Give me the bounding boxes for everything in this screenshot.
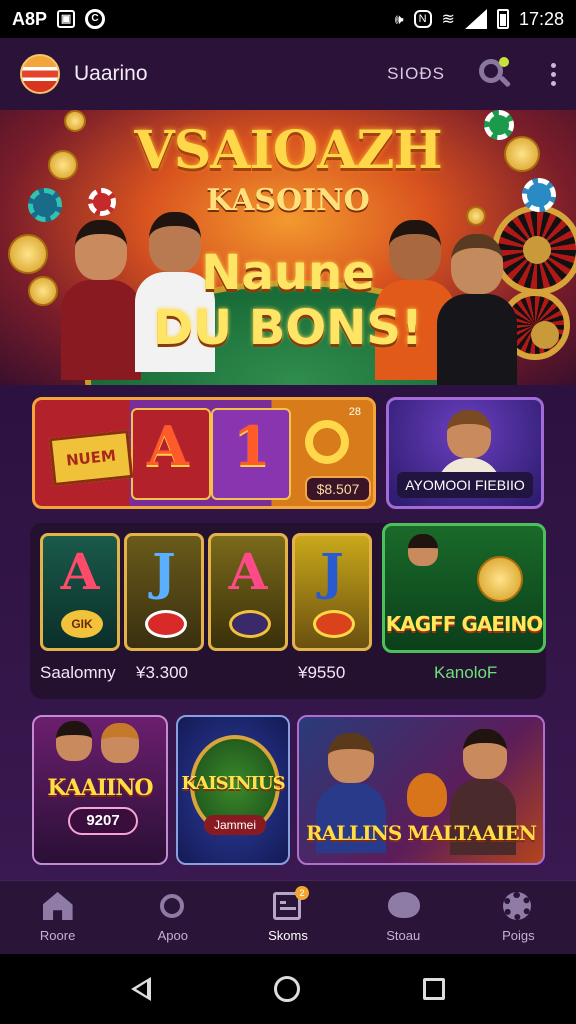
chat-icon	[388, 892, 421, 918]
slot-price: $8.507	[305, 476, 371, 502]
game-grid: NUEM A 1 28 $8.507 AYOMOOI FIEBIIO A GIK…	[0, 385, 576, 880]
casino-game-label: KAGFF GAEINO	[385, 612, 543, 636]
search-icon	[159, 894, 184, 918]
nav-item-search[interactable]: Apoo	[115, 881, 230, 954]
nav-label: Roore	[39, 928, 76, 943]
vibrate-icon: 🕪	[394, 10, 404, 27]
rallins-label: RALLINS MALTAAIEN	[305, 821, 537, 845]
gallery-notification-icon: ▣	[57, 10, 76, 28]
reel-symbol: A	[228, 542, 268, 601]
system-navigation-bar	[0, 954, 576, 1024]
nav-badge: 2	[295, 886, 309, 900]
more-options-button[interactable]	[551, 62, 556, 86]
notification-dot	[499, 57, 509, 67]
fox-mascot-icon	[407, 773, 447, 817]
chip-icon	[229, 610, 271, 638]
signal-icon	[464, 9, 487, 29]
home-icon	[42, 892, 73, 920]
sync-notification-icon: C	[85, 9, 106, 29]
back-icon[interactable]	[131, 977, 152, 1001]
kasinius-game-card[interactable]: KAISINIUS Jammei	[176, 715, 290, 865]
nav-label: Stoau	[386, 928, 421, 943]
reel-symbol: 1	[233, 414, 271, 478]
slots-link[interactable]: SIOÐS	[387, 64, 445, 84]
chip-icon	[313, 610, 355, 638]
home-circle-icon[interactable]	[273, 976, 300, 1002]
app-title: Uaarino	[74, 62, 148, 85]
status-bar: A8P ▣ C 🕪 N ≋ 17:28	[0, 0, 576, 38]
character-portrait	[54, 721, 94, 761]
kaalino-game-card[interactable]: KAAIINO 9207	[32, 715, 168, 865]
chip-label: GIK	[61, 610, 103, 638]
character-portrait	[98, 723, 142, 763]
gear-icon	[503, 892, 532, 920]
reel-symbol: J	[152, 542, 176, 601]
nfc-icon: N	[413, 10, 432, 28]
bottom-navigation: Roore Apoo 2 Skoms Stoau Poigs	[0, 880, 576, 954]
game-tag: KanoloF	[434, 663, 498, 682]
nav-item-settings[interactable]: Poigs	[461, 881, 576, 954]
casino-game-card[interactable]: KAGFF GAEINO	[382, 523, 546, 653]
nav-item-slots[interactable]: 2 Skoms	[230, 881, 345, 954]
game-price: ¥3.300	[136, 663, 188, 682]
live-host-card[interactable]: AYOMOOI FIEBIIO	[386, 397, 544, 509]
nav-label: Skoms	[268, 928, 308, 943]
kaalino-label: KAAIINO	[47, 775, 153, 801]
kaalino-pill: 9207	[68, 807, 138, 835]
app-bar: Uaarino SIOÐS	[0, 38, 576, 110]
search-button[interactable]	[477, 57, 512, 91]
slot-corner-number: 28	[348, 406, 361, 418]
hero-subtitle: KASOINO	[206, 183, 370, 218]
kasinius-label: KAISINIUS	[181, 773, 285, 794]
slot-badge: NUEM	[48, 429, 134, 487]
nav-item-chat[interactable]: Stoau	[346, 881, 461, 954]
reel-symbol: J	[320, 542, 344, 601]
slot-game-card[interactable]: NUEM A 1 28 $8.507	[32, 397, 376, 509]
gold-coin-icon	[477, 556, 523, 602]
hero-headline-line1: Naune	[201, 245, 375, 301]
game-name: Saalomny	[40, 663, 116, 682]
reel-symbol: A	[60, 542, 100, 601]
hero-title: VSAIOAZH	[134, 120, 442, 181]
chip-icon	[145, 610, 187, 638]
battery-icon	[496, 9, 509, 29]
nav-label: Poigs	[502, 928, 535, 943]
nav-label: Apoo	[157, 928, 188, 943]
magnifier-icon	[305, 420, 349, 464]
status-carrier-text: A8P	[12, 8, 48, 29]
hero-banner[interactable]: VSAIOAZH KASOINO Naune DU BONS!	[0, 110, 576, 385]
kasinius-subtitle: Jammei	[204, 815, 266, 835]
game-price: ¥9550	[298, 663, 346, 682]
nav-item-home[interactable]: Roore	[0, 881, 115, 954]
app-logo[interactable]	[20, 54, 60, 94]
live-host-label: AYOMOOI FIEBIIO	[397, 472, 533, 498]
hero-headline-line2: DU BONS!	[153, 300, 423, 356]
recent-apps-icon[interactable]	[422, 978, 445, 1000]
wifi-icon: ≋	[441, 11, 455, 28]
reel-symbol: A	[147, 414, 189, 478]
status-time: 17:28	[518, 8, 564, 29]
character-portrait	[403, 534, 443, 566]
rallins-game-card[interactable]: RALLINS MALTAAIEN	[297, 715, 545, 865]
